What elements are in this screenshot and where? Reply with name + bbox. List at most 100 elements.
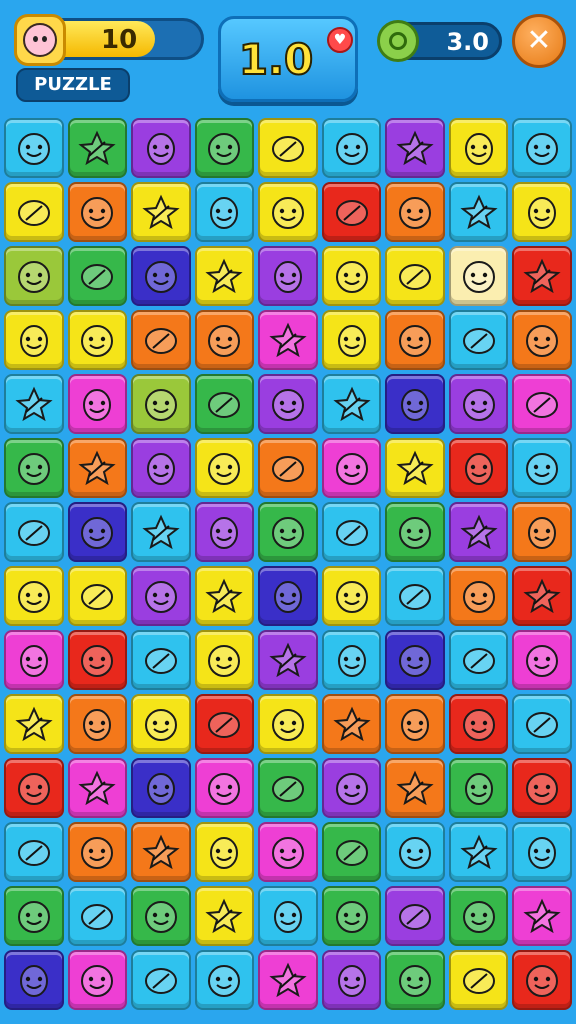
- board-tile[interactable]: [448, 566, 509, 626]
- board-tile[interactable]: [67, 118, 128, 178]
- board-tile[interactable]: [321, 502, 382, 562]
- board-tile[interactable]: [512, 438, 572, 498]
- board-tile[interactable]: [67, 438, 128, 498]
- board-tile[interactable]: [385, 438, 445, 498]
- board-tile[interactable]: [194, 502, 255, 562]
- board-tile[interactable]: [194, 182, 255, 242]
- board-tile[interactable]: [194, 118, 255, 178]
- board-tile[interactable]: [448, 694, 509, 754]
- board-tile[interactable]: [258, 566, 318, 626]
- board-tile[interactable]: [321, 630, 382, 690]
- board-tile[interactable]: [321, 118, 382, 178]
- board-tile[interactable]: [131, 310, 191, 370]
- board-tile[interactable]: [385, 374, 445, 434]
- board-tile[interactable]: [4, 758, 64, 818]
- board-tile[interactable]: [131, 694, 191, 754]
- board-tile[interactable]: [385, 694, 445, 754]
- board-tile[interactable]: [385, 822, 445, 882]
- board-tile[interactable]: [258, 182, 318, 242]
- board-tile[interactable]: [131, 822, 191, 882]
- board-tile[interactable]: [321, 182, 382, 242]
- board-tile[interactable]: [258, 758, 318, 818]
- board-tile[interactable]: [258, 950, 318, 1010]
- board-tile[interactable]: [4, 950, 64, 1010]
- board-tile[interactable]: [512, 246, 572, 306]
- board-tile[interactable]: [258, 502, 318, 562]
- board-tile[interactable]: [4, 822, 64, 882]
- board-tile[interactable]: [258, 886, 318, 946]
- board-tile[interactable]: [512, 374, 572, 434]
- board-tile[interactable]: [4, 438, 64, 498]
- board-tile[interactable]: [258, 822, 318, 882]
- board-tile[interactable]: [131, 118, 191, 178]
- board-tile[interactable]: [131, 630, 191, 690]
- board-tile[interactable]: [448, 822, 509, 882]
- board-tile[interactable]: [385, 758, 445, 818]
- board-tile[interactable]: [321, 310, 382, 370]
- board-tile[interactable]: [512, 886, 572, 946]
- board-tile[interactable]: [321, 886, 382, 946]
- board-tile[interactable]: [67, 502, 128, 562]
- board-tile[interactable]: [512, 182, 572, 242]
- board-tile[interactable]: [4, 118, 64, 178]
- board-tile[interactable]: [131, 566, 191, 626]
- board-tile[interactable]: [385, 310, 445, 370]
- board-tile[interactable]: [321, 566, 382, 626]
- board-tile[interactable]: [194, 438, 255, 498]
- board-tile[interactable]: [321, 246, 382, 306]
- board-tile[interactable]: [67, 950, 128, 1010]
- board-tile[interactable]: [448, 758, 509, 818]
- board-tile[interactable]: [131, 438, 191, 498]
- board-tile[interactable]: [385, 246, 445, 306]
- board-tile[interactable]: [131, 182, 191, 242]
- board-tile[interactable]: [131, 758, 191, 818]
- board-tile[interactable]: [67, 246, 128, 306]
- board-tile[interactable]: [4, 246, 64, 306]
- board-tile[interactable]: [4, 502, 64, 562]
- board-tile[interactable]: [448, 950, 509, 1010]
- board-tile[interactable]: [67, 886, 128, 946]
- board-tile[interactable]: [4, 566, 64, 626]
- board-tile[interactable]: [194, 630, 255, 690]
- board-tile[interactable]: [512, 822, 572, 882]
- close-button[interactable]: ✕: [512, 14, 566, 68]
- board-tile[interactable]: [194, 566, 255, 626]
- board-tile[interactable]: [67, 822, 128, 882]
- board-tile[interactable]: [385, 182, 445, 242]
- board-tile[interactable]: [512, 566, 572, 626]
- board-tile[interactable]: [448, 438, 509, 498]
- board-tile[interactable]: [321, 758, 382, 818]
- board-tile[interactable]: [194, 822, 255, 882]
- board-tile[interactable]: [321, 950, 382, 1010]
- board-tile[interactable]: [385, 566, 445, 626]
- board-tile[interactable]: [512, 694, 572, 754]
- board-tile[interactable]: [321, 822, 382, 882]
- board-tile[interactable]: [448, 118, 509, 178]
- board-tile[interactable]: [194, 246, 255, 306]
- board-tile[interactable]: [4, 310, 64, 370]
- board-tile[interactable]: [131, 886, 191, 946]
- board-tile[interactable]: [258, 630, 318, 690]
- board-tile[interactable]: [194, 950, 255, 1010]
- board-tile[interactable]: [131, 502, 191, 562]
- board-tile[interactable]: [67, 566, 128, 626]
- board-tile[interactable]: [131, 950, 191, 1010]
- board-tile[interactable]: [4, 630, 64, 690]
- board-tile[interactable]: [512, 758, 572, 818]
- board-tile[interactable]: [321, 438, 382, 498]
- board-tile[interactable]: [385, 886, 445, 946]
- board-tile[interactable]: [448, 886, 509, 946]
- board-tile[interactable]: [258, 374, 318, 434]
- board-tile[interactable]: [512, 502, 572, 562]
- board-tile[interactable]: [131, 246, 191, 306]
- board-tile[interactable]: [512, 950, 572, 1010]
- board-tile[interactable]: [385, 950, 445, 1010]
- board-tile[interactable]: [131, 374, 191, 434]
- board-tile[interactable]: [512, 310, 572, 370]
- board-tile[interactable]: [258, 438, 318, 498]
- board-tile[interactable]: [4, 886, 64, 946]
- board-tile[interactable]: [4, 374, 64, 434]
- board-tile[interactable]: [512, 118, 572, 178]
- board-tile[interactable]: [448, 182, 509, 242]
- board-tile[interactable]: [67, 694, 128, 754]
